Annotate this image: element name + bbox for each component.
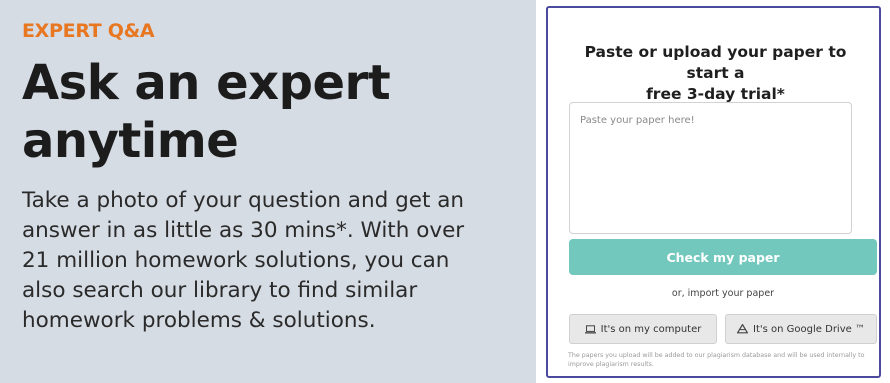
upload-from-google-drive-label: It's on Google Drive ™	[753, 323, 865, 335]
promo-eyebrow: EXPERT Q&A	[22, 20, 155, 42]
headline-line-2: anytime	[22, 113, 239, 169]
description-line: answer in as little as 30 mins*. With ov…	[22, 218, 465, 243]
plagiarism-disclaimer: The papers you upload will be added to o…	[568, 352, 865, 368]
upload-from-computer-label: It's on my computer	[600, 323, 702, 335]
description-line: 21 million homework solutions, you can	[22, 248, 450, 273]
description-line: homework problems & solutions.	[22, 308, 376, 333]
panel-title: Paste or upload your paper to start a fr…	[568, 42, 863, 105]
description-line: Take a photo of your question and get an	[22, 188, 465, 213]
upload-from-computer-button[interactable]: It's on my computer	[569, 314, 717, 344]
laptop-icon	[584, 324, 596, 334]
description-line: also search our library to find similar	[22, 278, 418, 303]
headline-line-1: Ask an expert	[22, 55, 391, 111]
panel-title-line-2: free 3-day trial*	[646, 85, 785, 103]
check-paper-button[interactable]: Check my paper	[569, 239, 877, 275]
google-drive-icon	[737, 324, 749, 334]
promo-headline: Ask an expert anytime	[22, 54, 536, 170]
import-divider-text: or, import your paper	[671, 288, 775, 299]
trial-upload-panel: Paste or upload your paper to start a fr…	[546, 6, 881, 378]
paper-input[interactable]	[569, 102, 852, 234]
expert-qa-promo: EXPERT Q&A Ask an expert anytime Take a …	[0, 0, 536, 383]
promo-description: Take a photo of your question and get an…	[22, 186, 532, 336]
panel-title-line-1: Paste or upload your paper to start a	[584, 43, 847, 82]
upload-from-google-drive-button[interactable]: It's on Google Drive ™	[725, 314, 877, 344]
